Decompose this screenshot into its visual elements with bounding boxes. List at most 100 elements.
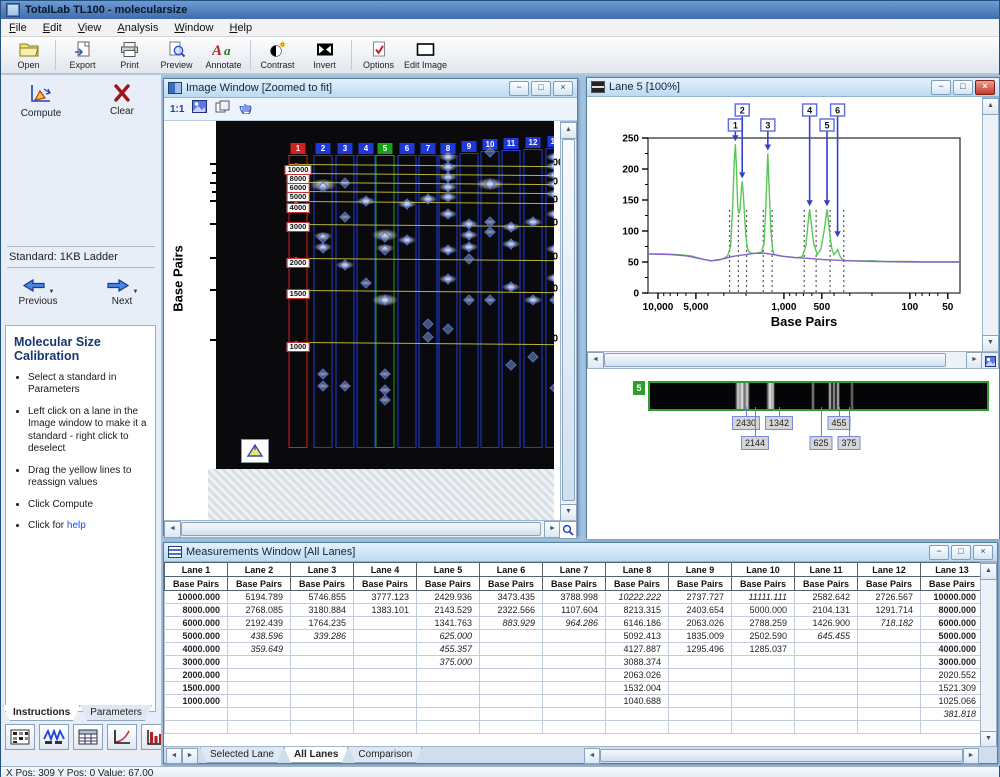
compute-button[interactable]: Compute: [15, 83, 67, 119]
lane-number-chip-12[interactable]: 12: [526, 137, 541, 148]
lanes-view-icon[interactable]: [5, 724, 35, 750]
open-button[interactable]: Open: [5, 37, 52, 73]
annotate-button[interactable]: AaAnnotate: [200, 37, 247, 73]
column-header-lane-2[interactable]: Lane 2: [228, 563, 291, 577]
close-button[interactable]: ×: [553, 81, 573, 96]
standard-value-label[interactable]: 2000: [287, 258, 310, 268]
lane-number-chip-13[interactable]: 13: [548, 136, 555, 147]
lane-number-chip-1[interactable]: 1: [291, 143, 306, 154]
minimize-button[interactable]: −: [929, 545, 949, 560]
next-button[interactable]: ▼ Next: [93, 278, 151, 307]
gel-horizontal-scrollbar[interactable]: ◄ ►: [164, 520, 577, 537]
lane-number-chip-2[interactable]: 2: [316, 143, 331, 154]
previous-button[interactable]: ▼ Previous: [9, 278, 67, 307]
standard-value-label[interactable]: 5000: [287, 192, 310, 202]
scrollbar-thumb[interactable]: [181, 522, 541, 536]
column-header-lane-10[interactable]: Lane 10: [732, 563, 795, 577]
strip-lane-image[interactable]: [648, 381, 989, 411]
sidebar-tab-instructions[interactable]: Instructions: [3, 705, 80, 721]
band-size-label[interactable]: 375: [837, 436, 860, 450]
minimize-button[interactable]: −: [509, 81, 529, 96]
scrollbar-thumb[interactable]: [562, 139, 575, 501]
gel-lane-2[interactable]: [314, 155, 333, 448]
measurements-tab-selected-lane[interactable]: Selected Lane: [200, 747, 284, 763]
scroll-left-icon[interactable]: ◄: [584, 748, 600, 764]
table-view-icon[interactable]: [73, 724, 103, 750]
maximize-button[interactable]: □: [951, 545, 971, 560]
clear-button[interactable]: Clear: [99, 83, 145, 117]
standard-value-label[interactable]: 4000: [287, 203, 310, 213]
measurements-tab-all-lanes[interactable]: All Lanes: [284, 747, 348, 763]
curve-view-icon[interactable]: [107, 724, 137, 750]
edit-image-button[interactable]: Edit Image: [402, 37, 449, 73]
contrast-button[interactable]: Contrast: [254, 37, 301, 73]
scroll-up-icon[interactable]: ▲: [560, 122, 577, 139]
scrollbar-thumb[interactable]: [604, 353, 946, 367]
column-header-lane-11[interactable]: Lane 11: [795, 563, 858, 577]
tab-horizontal-scrollbar[interactable]: ◄ ►: [584, 748, 979, 762]
scrollbar-thumb[interactable]: [600, 749, 963, 762]
lane-number-chip-7[interactable]: 7: [421, 143, 436, 154]
menu-item-view[interactable]: View: [70, 21, 110, 35]
chart-horizontal-scrollbar[interactable]: ◄ ►: [587, 351, 999, 368]
lane-number-chip-5[interactable]: 5: [378, 143, 393, 154]
zoom-1-1-button[interactable]: 1:1: [170, 104, 184, 115]
options-button[interactable]: Options: [355, 37, 402, 73]
print-button[interactable]: Print: [106, 37, 153, 73]
lane-number-chip-4[interactable]: 4: [359, 143, 374, 154]
scroll-left-icon[interactable]: ◄: [587, 352, 604, 369]
maximize-button[interactable]: □: [953, 80, 973, 95]
scroll-left-icon[interactable]: ◄: [164, 521, 181, 538]
next-dropdown-icon[interactable]: ▼: [133, 289, 139, 295]
close-button[interactable]: ×: [973, 545, 993, 560]
scroll-down-icon[interactable]: ▼: [560, 504, 577, 520]
scroll-up-icon[interactable]: ▲: [980, 563, 997, 580]
column-header-lane-13[interactable]: Lane 13: [921, 563, 984, 577]
band-size-label[interactable]: 1342: [765, 416, 793, 430]
help-link[interactable]: help: [67, 520, 86, 531]
standard-value-label[interactable]: 3000: [287, 222, 310, 232]
gel-image[interactable]: 1234567891011121310000800060005000400030…: [216, 121, 554, 469]
minimize-button[interactable]: −: [931, 80, 951, 95]
tab-scroll-right-icon[interactable]: ►: [182, 748, 198, 764]
magnifier-button[interactable]: [559, 521, 577, 539]
scroll-down-icon[interactable]: ▼: [980, 731, 997, 747]
pan-hand-icon[interactable]: [239, 100, 253, 119]
column-header-lane-4[interactable]: Lane 4: [354, 563, 417, 577]
lane-number-chip-11[interactable]: 11: [504, 138, 519, 149]
menu-item-edit[interactable]: Edit: [35, 21, 70, 35]
menu-item-help[interactable]: Help: [221, 21, 260, 35]
tab-scroll-left-icon[interactable]: ◄: [166, 748, 182, 764]
scroll-down-icon[interactable]: ▼: [982, 335, 999, 352]
menu-item-analysis[interactable]: Analysis: [109, 21, 166, 35]
table-vertical-scrollbar[interactable]: ▲ ▼: [980, 562, 997, 747]
measurements-tab-comparison[interactable]: Comparison: [348, 747, 422, 763]
chart-vertical-scrollbar[interactable]: ▲ ▼: [982, 97, 999, 353]
column-header-lane-12[interactable]: Lane 12: [858, 563, 921, 577]
image-view-icon[interactable]: [192, 100, 207, 118]
column-header-lane-3[interactable]: Lane 3: [291, 563, 354, 577]
copy-pages-icon[interactable]: [215, 100, 231, 118]
marker-tool-icon[interactable]: [241, 439, 269, 463]
lane-window-titlebar[interactable]: Lane 5 [100%] − □ ×: [587, 78, 999, 97]
band-size-label[interactable]: 2144: [741, 436, 769, 450]
column-header-lane-5[interactable]: Lane 5: [417, 563, 480, 577]
gel-lane-11[interactable]: [502, 150, 521, 448]
gel-vertical-scrollbar[interactable]: ▲ ▼: [560, 121, 577, 520]
export-button[interactable]: Export: [59, 37, 106, 73]
scroll-up-icon[interactable]: ▲: [982, 98, 999, 115]
menu-item-file[interactable]: File: [1, 21, 35, 35]
image-window-titlebar[interactable]: Image Window [Zoomed to fit] − □ ×: [164, 79, 577, 98]
previous-dropdown-icon[interactable]: ▼: [49, 289, 55, 295]
band-size-label[interactable]: 455: [827, 416, 850, 430]
column-header-lane-1[interactable]: Lane 1: [165, 563, 228, 577]
maximize-button[interactable]: □: [531, 81, 551, 96]
standard-value-label[interactable]: 1500: [287, 289, 310, 299]
lane-number-chip-6[interactable]: 6: [400, 143, 415, 154]
sidebar-tab-parameters[interactable]: Parameters: [80, 705, 152, 721]
column-header-lane-8[interactable]: Lane 8: [606, 563, 669, 577]
band-size-label[interactable]: 625: [809, 436, 832, 450]
lane-number-chip-9[interactable]: 9: [462, 141, 477, 152]
standard-value-label[interactable]: 1000: [287, 342, 310, 352]
profile-view-icon[interactable]: [39, 724, 69, 750]
